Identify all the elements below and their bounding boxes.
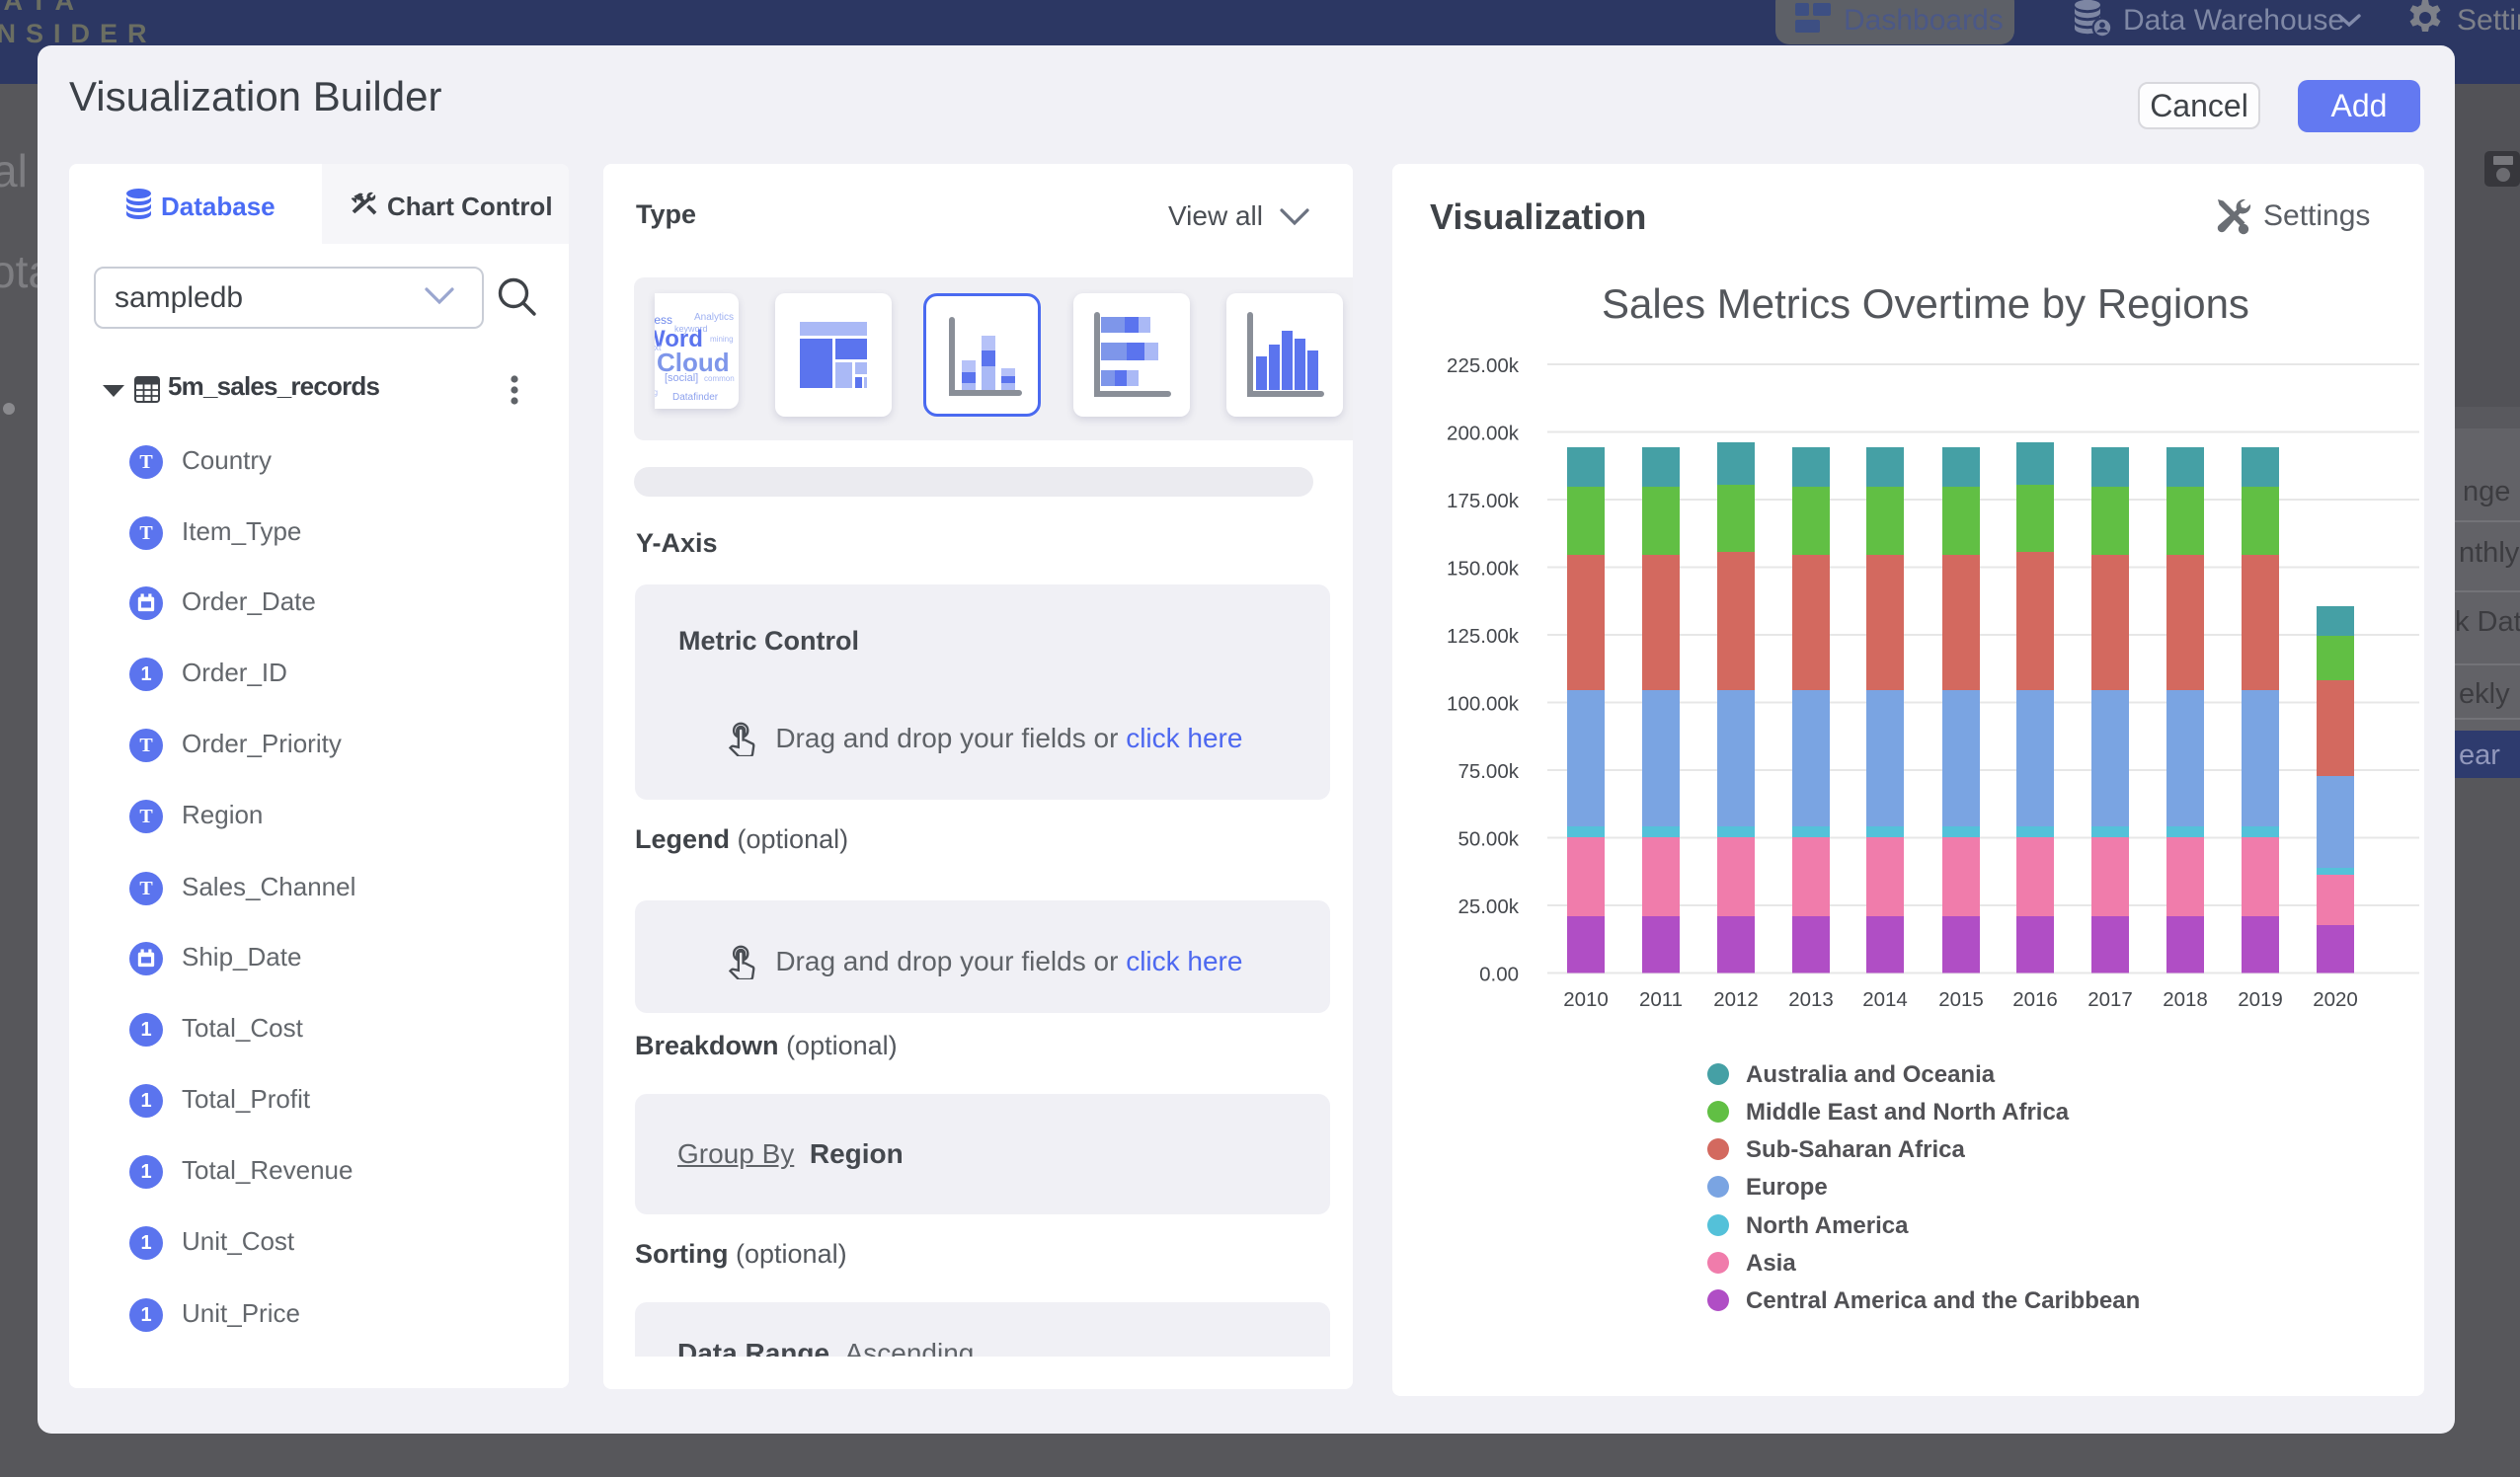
svg-text:0.00: 0.00	[1479, 964, 1519, 986]
svg-text:2011: 2011	[1639, 988, 1683, 1011]
svg-text:225.00k: 225.00k	[1447, 354, 1520, 377]
svg-text:2018: 2018	[2163, 988, 2208, 1011]
svg-text:125.00k: 125.00k	[1447, 625, 1520, 648]
svg-text:Sub-Saharan Africa: Sub-Saharan Africa	[1746, 1136, 1965, 1163]
svg-text:North America: North America	[1746, 1212, 1909, 1239]
svg-text:100.00k: 100.00k	[1447, 693, 1520, 716]
svg-text:50.00k: 50.00k	[1457, 828, 1519, 851]
svg-text:2014: 2014	[1862, 988, 1908, 1011]
svg-text:200.00k: 200.00k	[1447, 423, 1520, 445]
svg-text:2019: 2019	[2238, 988, 2283, 1011]
svg-text:2015: 2015	[1938, 988, 1984, 1011]
svg-text:150.00k: 150.00k	[1447, 558, 1520, 581]
svg-text:75.00k: 75.00k	[1457, 760, 1519, 783]
svg-text:Middle East and North Africa: Middle East and North Africa	[1746, 1099, 2070, 1126]
svg-text:2013: 2013	[1788, 988, 1834, 1011]
svg-text:2017: 2017	[2087, 988, 2133, 1011]
svg-text:175.00k: 175.00k	[1447, 490, 1520, 512]
svg-text:2012: 2012	[1713, 988, 1759, 1011]
svg-text:Sales Metrics Overtime by Regi: Sales Metrics Overtime by Regions	[1602, 280, 2249, 327]
svg-text:Asia: Asia	[1746, 1250, 1796, 1277]
svg-text:Europe: Europe	[1746, 1174, 1828, 1201]
svg-text:Central America and the Caribb: Central America and the Caribbean	[1746, 1287, 2140, 1314]
svg-text:2020: 2020	[2313, 988, 2358, 1011]
svg-text:25.00k: 25.00k	[1457, 895, 1519, 918]
svg-text:Australia and Oceania: Australia and Oceania	[1746, 1061, 1996, 1088]
svg-text:2010: 2010	[1563, 988, 1609, 1011]
svg-text:2016: 2016	[2012, 988, 2058, 1011]
